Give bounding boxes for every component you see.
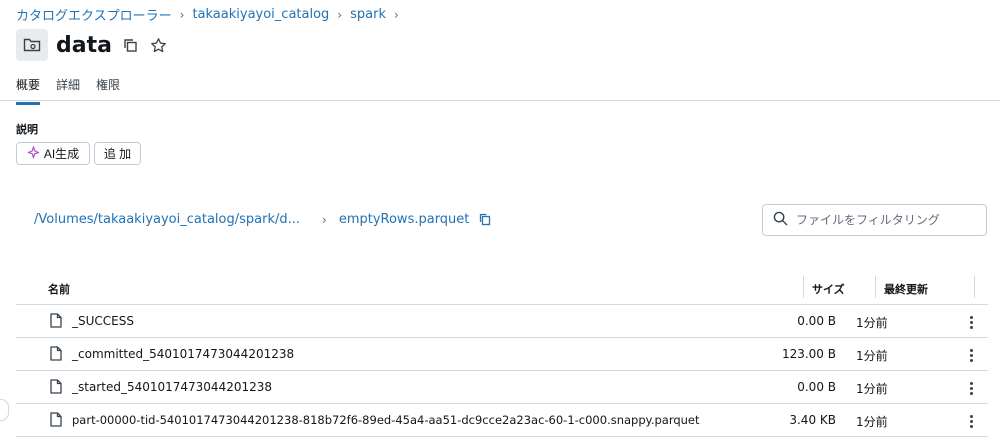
path-separator: ›	[322, 212, 327, 227]
breadcrumb-separator: ›	[337, 7, 343, 22]
tab-permissions[interactable]: 権限	[96, 76, 120, 102]
search-icon	[773, 211, 788, 230]
ai-generate-label: AI生成	[43, 147, 80, 161]
file-filter-input[interactable]	[796, 213, 976, 227]
file-name-link[interactable]: _started_5401017473044201238	[72, 380, 272, 394]
tab-details[interactable]: 詳細	[56, 76, 80, 102]
copy-path-icon[interactable]	[479, 213, 491, 226]
file-modified: 1分前	[856, 415, 888, 429]
file-size: 0.00 B	[797, 314, 836, 328]
row-menu-kebab-icon[interactable]	[964, 379, 978, 397]
file-icon	[50, 379, 62, 397]
column-divider[interactable]	[875, 276, 876, 298]
file-name-cell: _committed_5401017473044201238	[50, 346, 294, 364]
volume-path: /Volumes/takaakiyayoi_catalog/spark/d...…	[34, 212, 491, 227]
row-menu-kebab-icon[interactable]	[964, 346, 978, 364]
table-row[interactable]: _committed_5401017473044201238 123.00 B …	[16, 338, 988, 371]
file-modified: 1分前	[856, 382, 888, 396]
star-icon[interactable]	[150, 36, 168, 54]
tab-bar: 概要 詳細 権限	[0, 70, 1000, 105]
file-name-cell: _started_5401017473044201238	[50, 379, 272, 397]
table-row[interactable]: part-00000-tid-5401017473044201238-818b7…	[16, 404, 988, 437]
sidebar-expand-handle[interactable]	[0, 399, 9, 421]
path-leaf-link[interactable]: emptyRows.parquet	[339, 212, 470, 227]
file-modified: 1分前	[856, 316, 888, 330]
file-size: 123.00 B	[781, 347, 836, 361]
row-menu-kebab-icon[interactable]	[964, 412, 978, 430]
row-menu-kebab-icon[interactable]	[964, 313, 978, 331]
file-modified: 1分前	[856, 349, 888, 363]
sparkle-icon	[27, 145, 40, 162]
copy-icon[interactable]	[122, 36, 140, 54]
file-name-link[interactable]: _SUCCESS	[72, 314, 134, 328]
title-row: data	[16, 29, 168, 61]
breadcrumb-separator: ›	[179, 7, 185, 22]
file-icon	[50, 313, 62, 331]
add-description-button[interactable]: 追 加	[94, 142, 141, 165]
file-icon	[50, 346, 62, 364]
column-header-name[interactable]: 名前	[48, 281, 70, 297]
breadcrumb: カタログエクスプローラー › takaakiyayoi_catalog › sp…	[16, 5, 399, 24]
file-table: 名前 サイズ 最終更新 _SUCCESS 0.00 B 1分前 _committ…	[16, 272, 988, 437]
file-name-cell: _SUCCESS	[50, 313, 134, 331]
file-name-link[interactable]: part-00000-tid-5401017473044201238-818b7…	[72, 413, 700, 427]
file-size: 3.40 KB	[789, 413, 836, 427]
breadcrumb-separator: ›	[393, 7, 399, 22]
breadcrumb-catalog[interactable]: takaakiyayoi_catalog	[192, 7, 329, 22]
file-name-link[interactable]: _committed_5401017473044201238	[72, 347, 294, 361]
breadcrumb-schema[interactable]: spark	[350, 7, 386, 22]
file-icon	[50, 412, 62, 430]
table-row[interactable]: _SUCCESS 0.00 B 1分前	[16, 305, 988, 338]
column-header-modified[interactable]: 最終更新	[884, 281, 928, 297]
page-title: data	[56, 32, 112, 58]
volume-folder-icon	[16, 29, 48, 61]
file-size: 0.00 B	[797, 380, 836, 394]
column-divider[interactable]	[974, 276, 975, 298]
breadcrumb-catalog-explorer[interactable]: カタログエクスプローラー	[16, 5, 172, 24]
file-name-cell: part-00000-tid-5401017473044201238-818b7…	[50, 412, 700, 430]
table-row[interactable]: _started_5401017473044201238 0.00 B 1分前	[16, 371, 988, 404]
ai-generate-button[interactable]: AI生成	[16, 142, 90, 165]
tab-overview[interactable]: 概要	[16, 76, 41, 105]
description-label: 説明	[16, 123, 38, 136]
file-filter-search	[762, 204, 987, 236]
column-divider[interactable]	[803, 276, 804, 298]
column-header-size[interactable]: サイズ	[812, 281, 845, 297]
path-volume-link[interactable]: /Volumes/takaakiyayoi_catalog/spark/d...	[34, 212, 300, 227]
table-header: 名前 サイズ 最終更新	[16, 272, 988, 305]
